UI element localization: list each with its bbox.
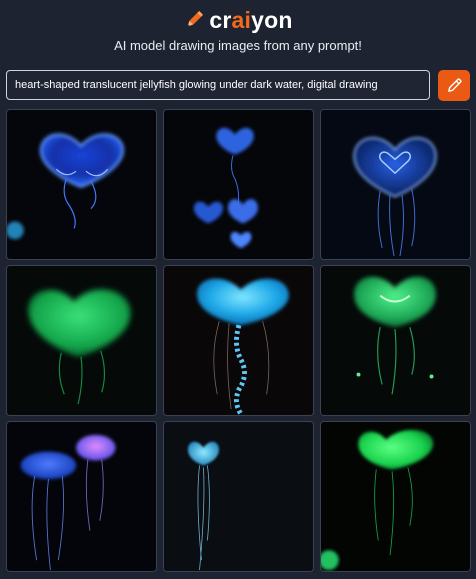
result-image-2[interactable] [163, 109, 314, 260]
result-image-5[interactable] [163, 265, 314, 416]
pencil-icon [447, 78, 461, 92]
result-image-7[interactable] [6, 421, 157, 572]
result-image-1[interactable] [6, 109, 157, 260]
jellyfish-image [321, 266, 470, 415]
logo-wordmark: craiyon [209, 6, 292, 34]
draw-button[interactable] [438, 70, 470, 101]
jellyfish-image [164, 266, 313, 415]
jellyfish-image [321, 422, 470, 571]
craiyon-logo[interactable]: craiyon [0, 6, 476, 34]
result-image-3[interactable] [320, 109, 471, 260]
logo-suffix: yon [251, 7, 293, 33]
result-image-8[interactable] [163, 421, 314, 572]
jellyfish-image [321, 110, 470, 259]
jellyfish-image [164, 422, 313, 571]
jellyfish-image [7, 110, 156, 259]
jellyfish-image [7, 266, 156, 415]
tagline: AI model drawing images from any prompt! [114, 38, 362, 53]
logo-prefix: cr [209, 7, 232, 33]
result-image-6[interactable] [320, 265, 471, 416]
pencil-icon [187, 11, 204, 27]
jellyfish-image [7, 422, 156, 571]
result-image-4[interactable] [6, 265, 157, 416]
results-grid [6, 109, 471, 572]
craiyon-page: craiyon AI model drawing images from any… [0, 0, 476, 579]
logo-accent: ai [231, 7, 252, 33]
result-image-9[interactable] [320, 421, 471, 572]
prompt-input[interactable] [6, 70, 430, 100]
jellyfish-image [164, 110, 313, 259]
